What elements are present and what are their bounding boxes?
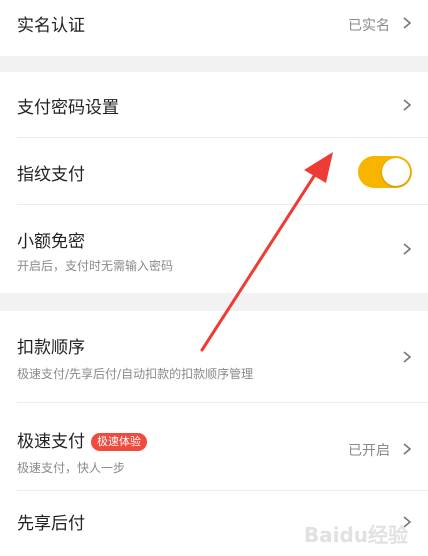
- chevron-right-icon: [403, 99, 412, 111]
- chevron-right-icon: [403, 243, 412, 255]
- row-pay-later-title: 先享后付: [17, 514, 85, 534]
- watermark-logo: Baidu经验: [303, 523, 408, 547]
- row-real-name[interactable]: 实名认证 已实名: [0, 0, 428, 56]
- chevron-right-icon: [403, 17, 412, 29]
- fast-pay-badge: 极速体验: [91, 433, 147, 451]
- row-fingerprint-title: 指纹支付: [17, 165, 85, 185]
- section-gap: [0, 293, 428, 311]
- row-small-free-title: 小额免密: [17, 232, 85, 252]
- payment-settings-page: 实名认证 已实名 支付密码设置 指纹支付 小额免密 开启后，支付时无需输入密码 …: [0, 0, 428, 556]
- chevron-right-icon: [403, 443, 412, 455]
- row-deduct-order-subtitle: 极速支付/先享后付/自动扣款的扣款顺序管理: [17, 367, 254, 381]
- row-fast-pay-subtitle: 极速支付，快人一步: [17, 461, 126, 475]
- chevron-right-icon: [403, 351, 412, 363]
- row-deduct-order[interactable]: 扣款顺序 极速支付/先享后付/自动扣款的扣款顺序管理: [0, 311, 428, 403]
- row-fingerprint: 指纹支付: [0, 138, 428, 205]
- row-small-free-subtitle: 开启后，支付时无需输入密码: [17, 259, 174, 273]
- section-gap: [0, 56, 428, 72]
- row-real-name-value: 已实名: [348, 18, 390, 34]
- row-fast-pay[interactable]: 极速支付 极速体验 极速支付，快人一步 已开启: [0, 403, 428, 491]
- row-small-free[interactable]: 小额免密 开启后，支付时无需输入密码: [0, 205, 428, 293]
- row-pay-password[interactable]: 支付密码设置: [0, 72, 428, 138]
- row-real-name-title: 实名认证: [17, 16, 85, 36]
- fingerprint-toggle[interactable]: [358, 156, 412, 188]
- row-fast-pay-title: 极速支付 极速体验: [17, 427, 147, 452]
- row-deduct-order-title: 扣款顺序: [17, 338, 85, 358]
- row-fast-pay-value: 已开启: [348, 443, 390, 459]
- row-fast-pay-title-text: 极速支付: [17, 432, 85, 452]
- row-pay-password-title: 支付密码设置: [17, 98, 119, 118]
- toggle-knob: [382, 158, 410, 186]
